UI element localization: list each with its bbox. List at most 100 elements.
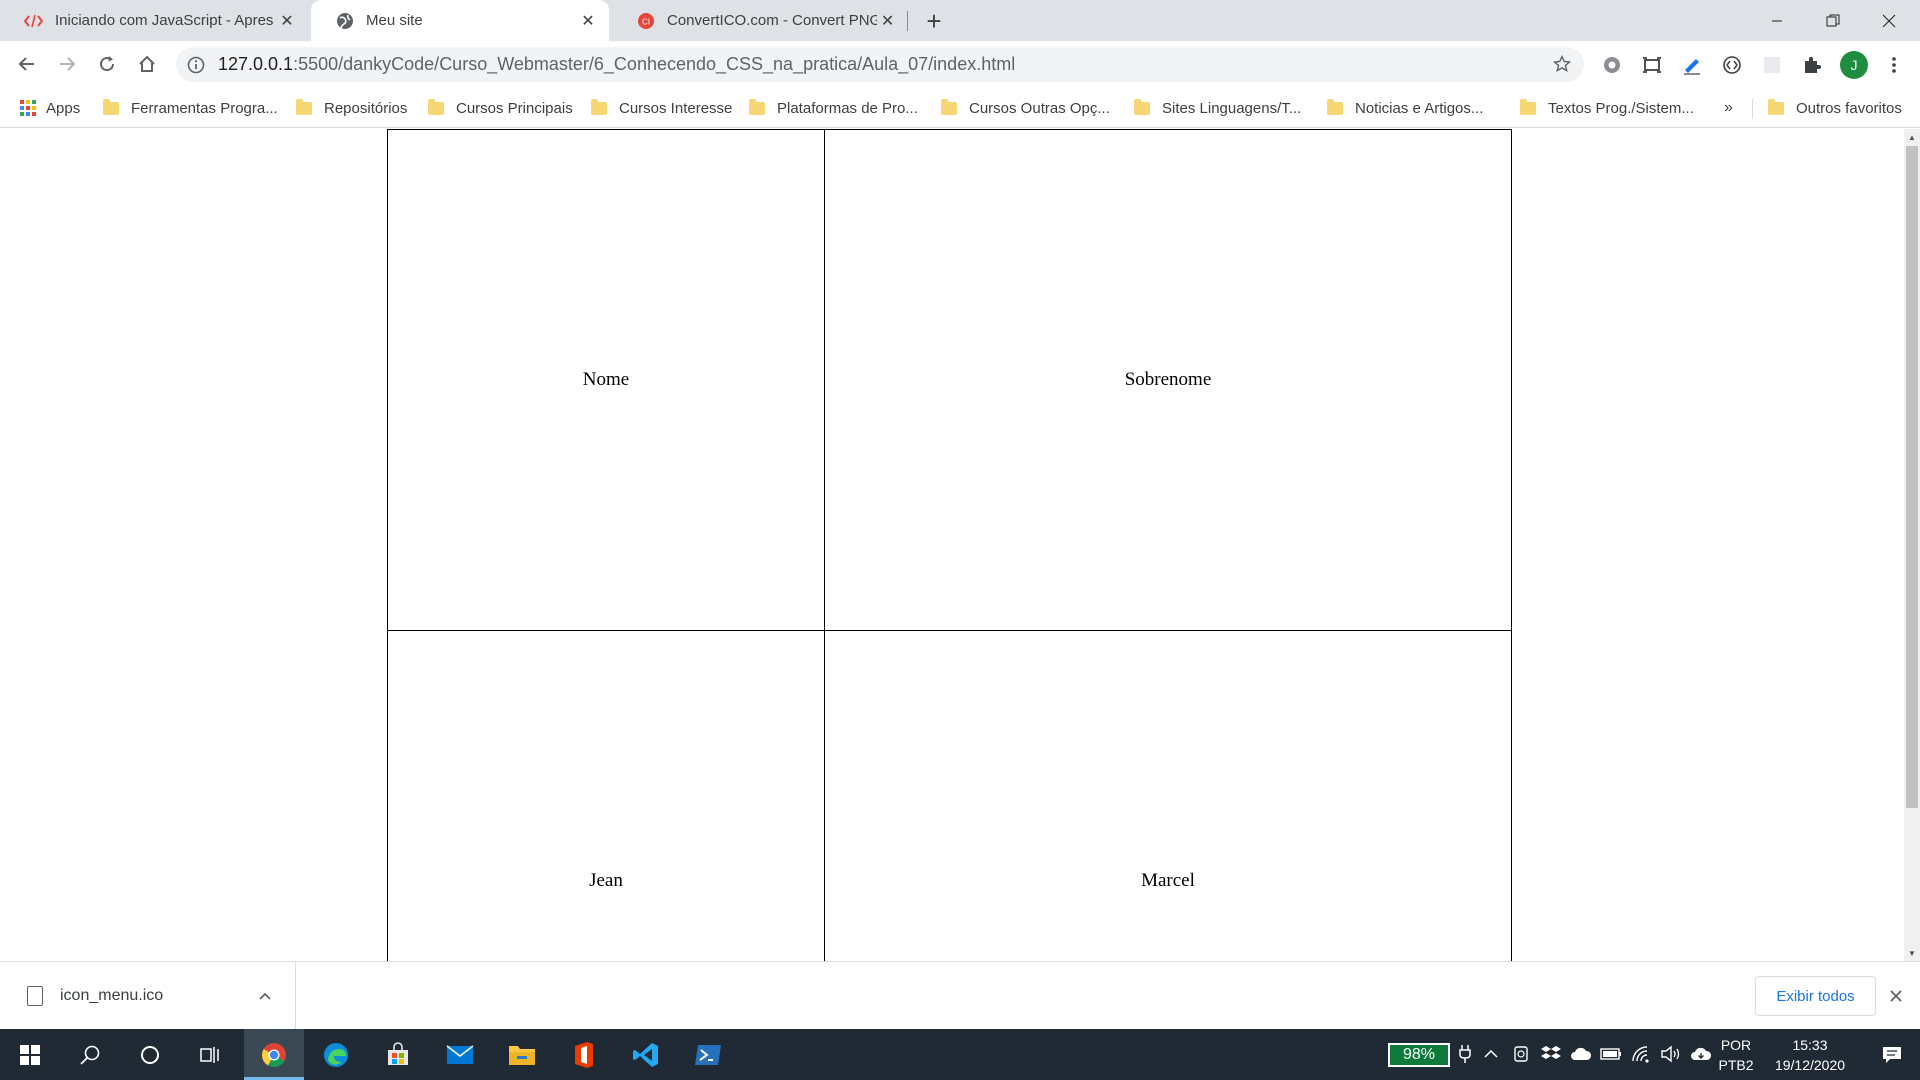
extension-settings-icon[interactable] <box>1600 53 1624 77</box>
home-icon <box>139 55 155 72</box>
apps-grid-icon <box>20 100 36 116</box>
folder-icon <box>941 98 957 115</box>
taskbar-chrome[interactable] <box>244 1029 304 1080</box>
bookmark-label: Cursos Outras Opç... <box>969 99 1110 117</box>
bookmark-folder[interactable]: Ferramentas Progra... <box>103 96 278 120</box>
table-cell-first-name: Jean <box>589 870 623 891</box>
pen-extension-icon[interactable] <box>1680 53 1704 77</box>
scroll-thumb[interactable] <box>1906 146 1918 808</box>
notification-center-button[interactable] <box>1864 1029 1920 1080</box>
chevron-up-icon[interactable] <box>253 984 277 1008</box>
taskbar-powershell[interactable] <box>678 1029 738 1080</box>
office-icon <box>575 1041 593 1068</box>
folder-icon <box>296 98 312 115</box>
arrow-right-icon <box>60 57 76 71</box>
reload-button[interactable] <box>90 47 124 81</box>
folder-icon <box>428 98 444 115</box>
profile-avatar[interactable]: J <box>1840 51 1868 79</box>
bookmark-star-icon[interactable] <box>1552 54 1572 74</box>
new-tab-button[interactable]: + <box>920 6 948 36</box>
url-text: 127.0.0.1:5500/dankyCode/Curso_Webmaster… <box>218 54 1015 75</box>
restore-button[interactable] <box>1805 0 1861 41</box>
start-button[interactable] <box>0 1029 60 1080</box>
bookmark-label: Plataformas de Pro... <box>777 99 918 117</box>
code-extension-icon[interactable] <box>1720 53 1744 77</box>
cloud-sync-icon[interactable] <box>1690 1043 1712 1065</box>
bookmark-folder[interactable]: Plataformas de Pro... <box>749 96 918 120</box>
taskbar-store[interactable] <box>368 1029 428 1080</box>
power-plug-icon[interactable] <box>1454 1043 1476 1065</box>
show-all-downloads-button[interactable]: Exibir todos <box>1755 976 1876 1016</box>
folder-icon <box>1520 98 1536 115</box>
back-button[interactable] <box>10 47 44 81</box>
site-info-icon[interactable] <box>186 55 206 75</box>
bookmark-folder[interactable]: Noticias e Artigos... <box>1327 96 1483 120</box>
page-scrollbar[interactable]: ▲ ▼ <box>1904 129 1920 961</box>
folder-icon <box>591 98 607 115</box>
input-language-indicator[interactable]: POR PTB2 <box>1716 1035 1756 1075</box>
battery-percentage[interactable]: 98% <box>1388 1043 1450 1067</box>
taskbar-vscode[interactable] <box>616 1029 676 1080</box>
close-tab-icon[interactable]: ✕ <box>276 10 298 32</box>
close-tab-icon[interactable]: ✕ <box>877 10 898 32</box>
task-view-button[interactable] <box>180 1029 240 1080</box>
bookmark-folder[interactable]: Cursos Principais <box>428 96 573 120</box>
bookmark-label: Repositórios <box>324 99 408 117</box>
url-host: 127.0.0.1 <box>218 54 294 74</box>
onedrive-cloud-icon[interactable] <box>1570 1043 1592 1065</box>
cortana-button[interactable] <box>120 1029 180 1080</box>
bookmark-folder[interactable]: Repositórios <box>296 96 407 120</box>
taskbar-office[interactable] <box>554 1029 614 1080</box>
search-icon <box>80 1045 100 1065</box>
wifi-icon[interactable] <box>1630 1043 1652 1065</box>
close-shelf-icon[interactable] <box>1884 984 1908 1008</box>
search-button[interactable] <box>60 1029 120 1080</box>
screenshot-extension-icon[interactable] <box>1640 53 1664 77</box>
table-cell-header-last: Sobrenome <box>1124 369 1212 390</box>
bookmark-label: Outros favoritos <box>1796 99 1902 117</box>
taskbar-mail[interactable] <box>430 1029 490 1080</box>
bookmark-other-favorites[interactable]: Outros favoritos <box>1768 96 1902 120</box>
volume-icon[interactable] <box>1660 1043 1682 1065</box>
tab-converticon[interactable]: CI ConvertICO.com - Convert PNG t ✕ <box>612 0 908 41</box>
tab-title: Meu site <box>366 12 423 29</box>
table-cell-last-name: Marcel <box>1141 870 1195 891</box>
close-tab-icon[interactable]: ✕ <box>577 10 599 32</box>
scroll-up-arrow-icon[interactable]: ▲ <box>1904 129 1920 145</box>
bookmarks-bar: Apps Ferramentas Progra... Repositórios … <box>0 88 1920 128</box>
folder-icon <box>509 1045 535 1065</box>
bookmark-folder[interactable]: Textos Prog./Sistem... <box>1520 96 1694 120</box>
taskbar-file-explorer[interactable] <box>492 1029 552 1080</box>
battery-icon[interactable] <box>1600 1043 1622 1065</box>
device-icon[interactable] <box>1510 1043 1532 1065</box>
code-brackets-icon <box>24 11 43 30</box>
chevron-up-icon[interactable] <box>1480 1043 1502 1065</box>
tab-meu-site[interactable]: Meu site ✕ <box>311 0 609 41</box>
bookmark-folder[interactable]: Sites Linguagens/T... <box>1134 96 1301 120</box>
bookmark-folder[interactable]: Cursos Interesse <box>591 96 732 120</box>
minimize-button[interactable] <box>1749 0 1805 41</box>
more-menu-icon[interactable] <box>1882 53 1906 77</box>
bookmark-folder[interactable]: Cursos Outras Opç... <box>941 96 1110 120</box>
converticon-logo-icon: CI <box>636 11 655 30</box>
download-shelf: icon_menu.ico Exibir todos <box>0 961 1920 1030</box>
address-bar[interactable]: 127.0.0.1:5500/dankyCode/Curso_Webmaster… <box>176 47 1584 82</box>
dropbox-icon[interactable] <box>1540 1043 1562 1065</box>
tab-iniciando-javascript[interactable]: Iniciando com JavaScript - Apres ✕ <box>0 0 308 41</box>
scroll-down-arrow-icon[interactable]: ▼ <box>1904 945 1920 961</box>
taskbar-edge[interactable] <box>306 1029 366 1080</box>
blank-extension-icon[interactable] <box>1760 53 1784 77</box>
puzzle-extensions-icon[interactable] <box>1800 53 1824 77</box>
browser-toolbar: 127.0.0.1:5500/dankyCode/Curso_Webmaster… <box>0 41 1920 88</box>
store-icon <box>388 1041 408 1065</box>
forward-button[interactable] <box>50 47 84 81</box>
download-item[interactable]: icon_menu.ico <box>0 962 296 1030</box>
home-button[interactable] <box>130 47 164 81</box>
keyboard-layout: PTB2 <box>1718 1057 1754 1073</box>
bookmark-apps[interactable]: Apps <box>20 96 80 120</box>
folder-icon <box>103 98 119 115</box>
folder-icon <box>749 98 765 115</box>
taskbar-clock[interactable]: 15:33 19/12/2020 <box>1768 1035 1852 1075</box>
bookmarks-overflow-button[interactable]: » <box>1724 96 1733 120</box>
close-window-button[interactable] <box>1861 0 1917 41</box>
